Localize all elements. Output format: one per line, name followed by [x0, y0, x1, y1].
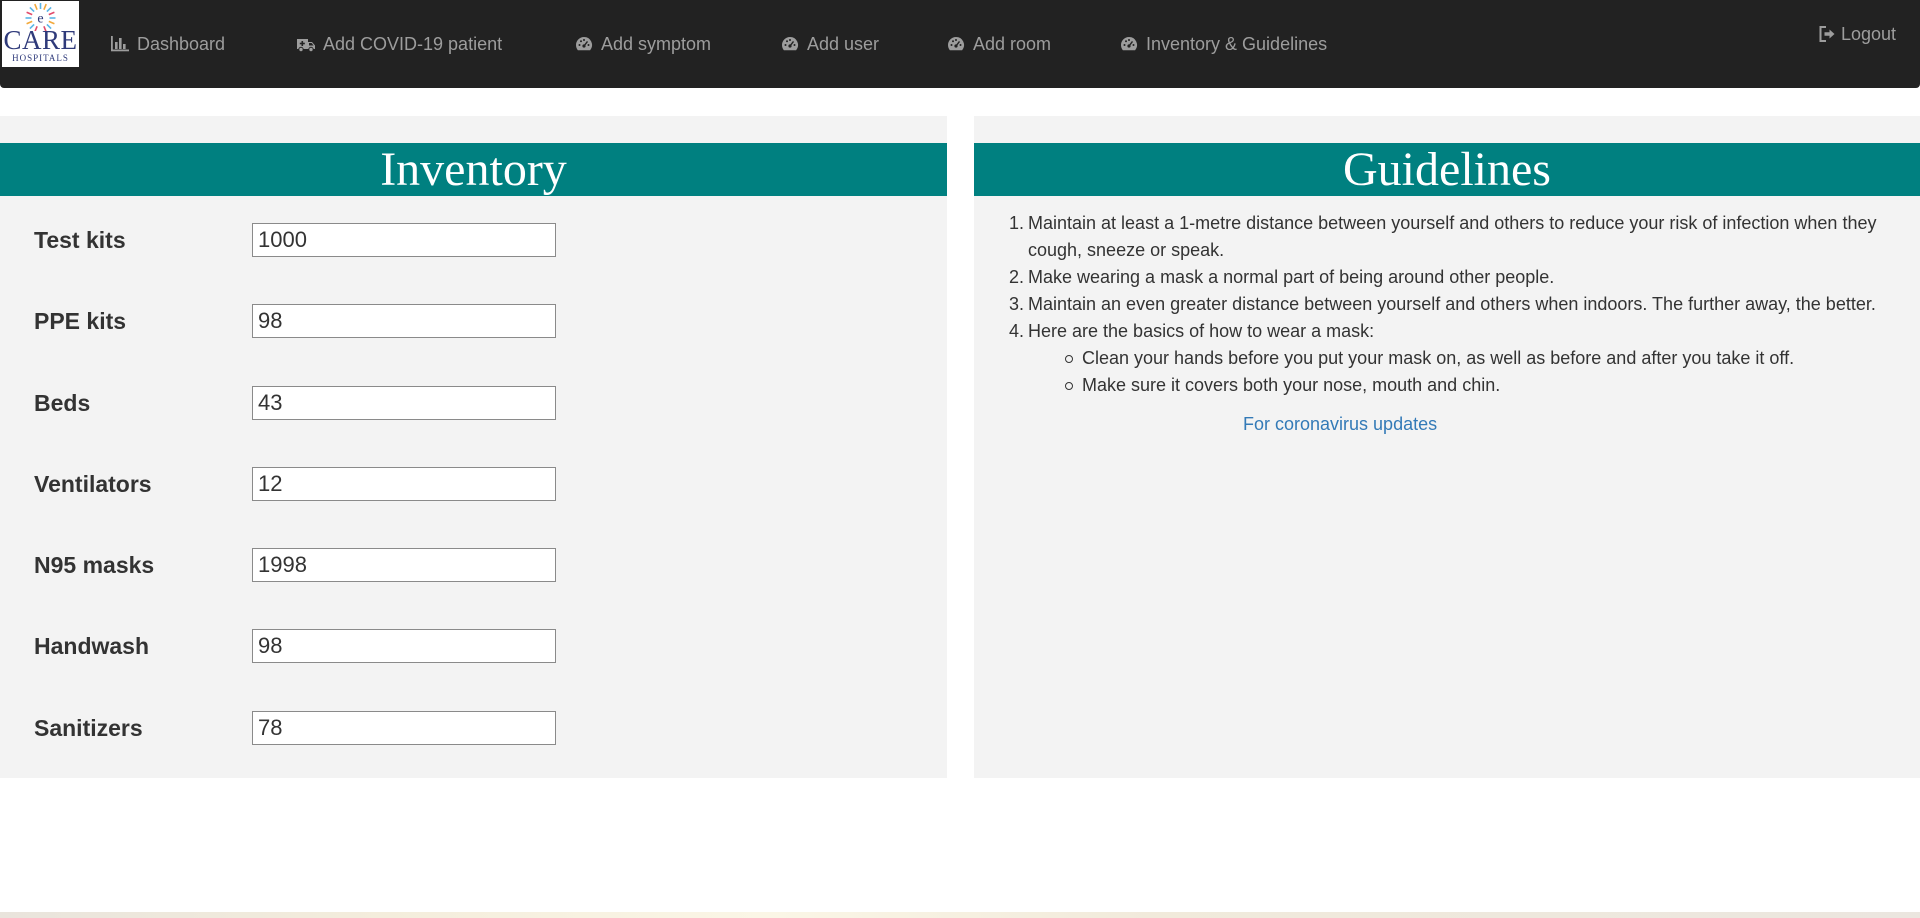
nav-add-covid-patient[interactable]: Add COVID-19 patient [296, 32, 502, 56]
beds-input[interactable] [252, 386, 556, 420]
mask-basics-list: Clean your hands before you put your mas… [1065, 345, 1908, 399]
top-navbar: e CARE HOSPITALS Dashboard Add COVID-19 … [0, 0, 1920, 88]
guideline-text: Make wearing a mask a normal part of bei… [1028, 267, 1555, 287]
guideline-number: 2. [1008, 267, 1024, 287]
inventory-title: Inventory [0, 143, 947, 196]
ppe-kits-label: PPE kits [34, 308, 127, 334]
n95-masks-label: N95 masks [34, 552, 155, 578]
guideline-item: 4. Here are the basics of how to wear a … [1009, 318, 1908, 399]
guideline-item: 3. Maintain an even greater distance bet… [1009, 291, 1908, 318]
nav-add-symptom-label: Add symptom [601, 33, 712, 54]
nav-dashboard[interactable]: Dashboard [110, 32, 225, 56]
n95-masks-input[interactable] [252, 548, 556, 582]
guideline-item: 1. Maintain at least a 1-metre distance … [1009, 210, 1908, 264]
mask-basics-item: Make sure it covers both your nose, mout… [1065, 372, 1908, 399]
nav-inventory-guidelines-label: Inventory & Guidelines [1146, 33, 1328, 54]
guideline-number: 4. [1008, 321, 1024, 341]
dashboard-gauge-icon [1119, 35, 1139, 53]
inventory-panel: Inventory Test kits PPE kits Beds Ventil… [0, 116, 947, 778]
beds-label: Beds [34, 390, 91, 416]
inventory-row-ppe-kits: PPE kits [0, 304, 947, 338]
guideline-item: 2. Make wearing a mask a normal part of … [1009, 264, 1908, 291]
logout-icon [1818, 25, 1836, 43]
dashboard-gauge-icon [780, 35, 800, 53]
coronavirus-updates-link[interactable]: For coronavirus updates [1243, 414, 1437, 435]
dashboard-gauge-icon [946, 35, 966, 53]
inventory-row-test-kits: Test kits [0, 223, 947, 257]
guideline-text: Maintain an even greater distance betwee… [1028, 294, 1876, 314]
nav-dashboard-label: Dashboard [137, 33, 226, 54]
handwash-label: Handwash [34, 633, 150, 659]
inventory-row-ventilators: Ventilators [0, 467, 947, 501]
page-bottom-edge [0, 912, 1920, 918]
ventilators-label: Ventilators [34, 471, 152, 497]
handwash-input[interactable] [252, 629, 556, 663]
nav-add-covid-patient-label: Add COVID-19 patient [323, 33, 503, 54]
guideline-text: Here are the basics of how to wear a mas… [1028, 321, 1375, 341]
logout-link[interactable]: Logout [1818, 22, 1896, 46]
logout-label: Logout [1841, 23, 1897, 44]
inventory-row-n95-masks: N95 masks [0, 548, 947, 582]
ventilators-input[interactable] [252, 467, 556, 501]
guideline-number: 3. [1008, 294, 1024, 314]
ambulance-icon [296, 35, 316, 53]
care-hospitals-logo[interactable]: e CARE HOSPITALS [2, 1, 79, 67]
nav-add-user[interactable]: Add user [780, 32, 879, 56]
nav-add-symptom[interactable]: Add symptom [574, 32, 711, 56]
sanitizers-input[interactable] [252, 711, 556, 745]
test-kits-input[interactable] [252, 223, 556, 257]
inventory-row-handwash: Handwash [0, 629, 947, 663]
logo-subtitle: HOSPITALS [12, 53, 69, 63]
nav-inventory-guidelines[interactable]: Inventory & Guidelines [1119, 32, 1327, 56]
nav-add-room[interactable]: Add room [946, 32, 1051, 56]
inventory-row-beds: Beds [0, 386, 947, 420]
bar-chart-icon [110, 35, 130, 53]
sanitizers-label: Sanitizers [34, 715, 143, 741]
nav-add-room-label: Add room [973, 33, 1052, 54]
test-kits-label: Test kits [34, 227, 126, 253]
inventory-row-sanitizers: Sanitizers [0, 711, 947, 745]
ppe-kits-input[interactable] [252, 304, 556, 338]
nav-add-user-label: Add user [807, 33, 880, 54]
guideline-number: 1. [1008, 213, 1024, 233]
dashboard-gauge-icon [574, 35, 594, 53]
logo-wordmark: CARE [3, 25, 78, 55]
guidelines-title: Guidelines [974, 143, 1920, 196]
mask-basics-item: Clean your hands before you put your mas… [1065, 345, 1908, 372]
guidelines-list: 1. Maintain at least a 1-metre distance … [1009, 210, 1908, 399]
guideline-text: Maintain at least a 1-metre distance bet… [1028, 213, 1877, 260]
